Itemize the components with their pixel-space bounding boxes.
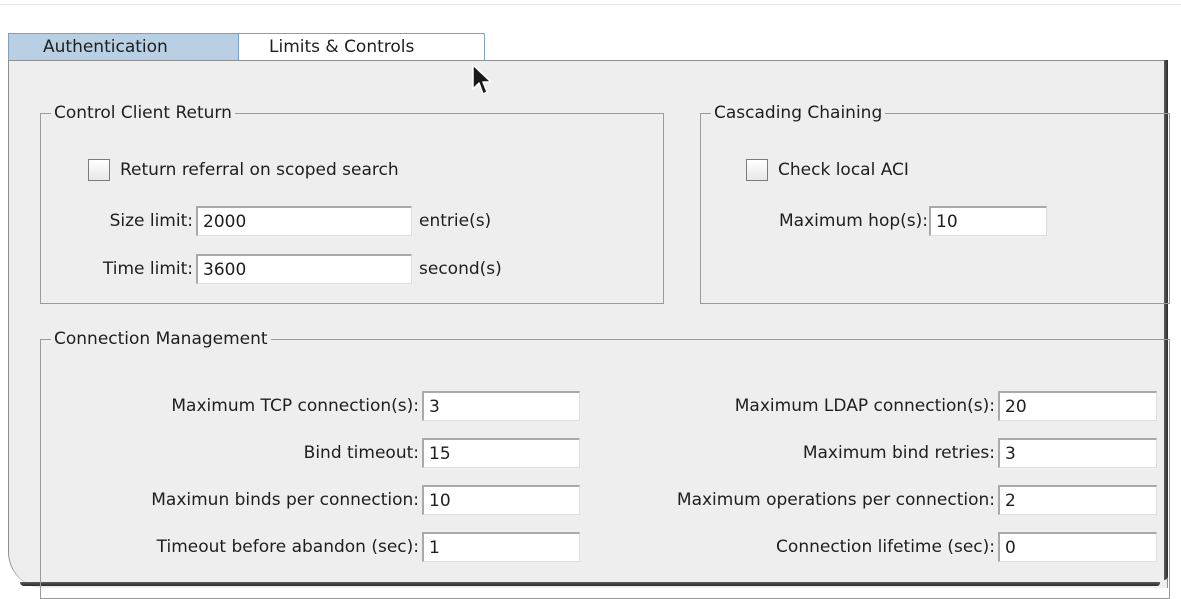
time-limit-unit: second(s): [419, 259, 502, 279]
conn-lifetime-input[interactable]: [998, 532, 1157, 562]
cascading-chaining-title: Cascading Chaining: [711, 102, 886, 124]
timeout-abandon-label: Timeout before abandon (sec):: [156, 537, 419, 557]
return-referral-row: Return referral on scoped search: [88, 159, 399, 181]
time-limit-label: Time limit:: [102, 259, 193, 279]
timeout-abandon-input[interactable]: [422, 532, 580, 562]
bind-timeout-label: Bind timeout:: [303, 443, 419, 463]
conn-lifetime-label: Connection lifetime (sec):: [776, 537, 995, 557]
time-limit-input[interactable]: [196, 254, 412, 284]
max-binds-label: Maximun binds per connection:: [151, 490, 419, 510]
size-limit-input[interactable]: [196, 206, 412, 236]
max-bind-retries-label: Maximum bind retries:: [802, 443, 995, 463]
size-limit-unit: entrie(s): [419, 211, 492, 231]
max-bind-retries-input[interactable]: [998, 438, 1157, 468]
top-divider: [0, 4, 1181, 5]
check-local-aci-checkbox[interactable]: [746, 159, 768, 181]
max-binds-input[interactable]: [422, 485, 580, 515]
connection-management-title: Connection Management: [51, 328, 271, 350]
check-local-aci-label[interactable]: Check local ACI: [778, 160, 909, 180]
max-tcp-label: Maximum TCP connection(s):: [171, 396, 419, 416]
bind-timeout-input[interactable]: [422, 438, 580, 468]
tab-authentication[interactable]: Authentication: [8, 33, 249, 60]
mouse-pointer-icon: [472, 64, 492, 95]
check-local-aci-row: Check local ACI: [746, 159, 909, 181]
max-hops-input[interactable]: [929, 206, 1047, 236]
tab-limits-controls[interactable]: Limits & Controls: [238, 33, 485, 63]
tab-authentication-label: Authentication: [43, 37, 168, 57]
max-tcp-input[interactable]: [422, 391, 580, 421]
max-ldap-label: Maximum LDAP connection(s):: [734, 396, 995, 416]
size-limit-label: Size limit:: [109, 211, 193, 231]
return-referral-checkbox[interactable]: [88, 159, 110, 181]
return-referral-label[interactable]: Return referral on scoped search: [120, 160, 399, 180]
tab-limits-controls-label: Limits & Controls: [269, 37, 415, 57]
max-hops-label: Maximum hop(s):: [779, 211, 928, 231]
max-ops-input[interactable]: [998, 485, 1157, 515]
max-ops-label: Maximum operations per connection:: [676, 490, 995, 510]
max-ldap-input[interactable]: [998, 391, 1157, 421]
control-client-return-title: Control Client Return: [51, 102, 235, 124]
